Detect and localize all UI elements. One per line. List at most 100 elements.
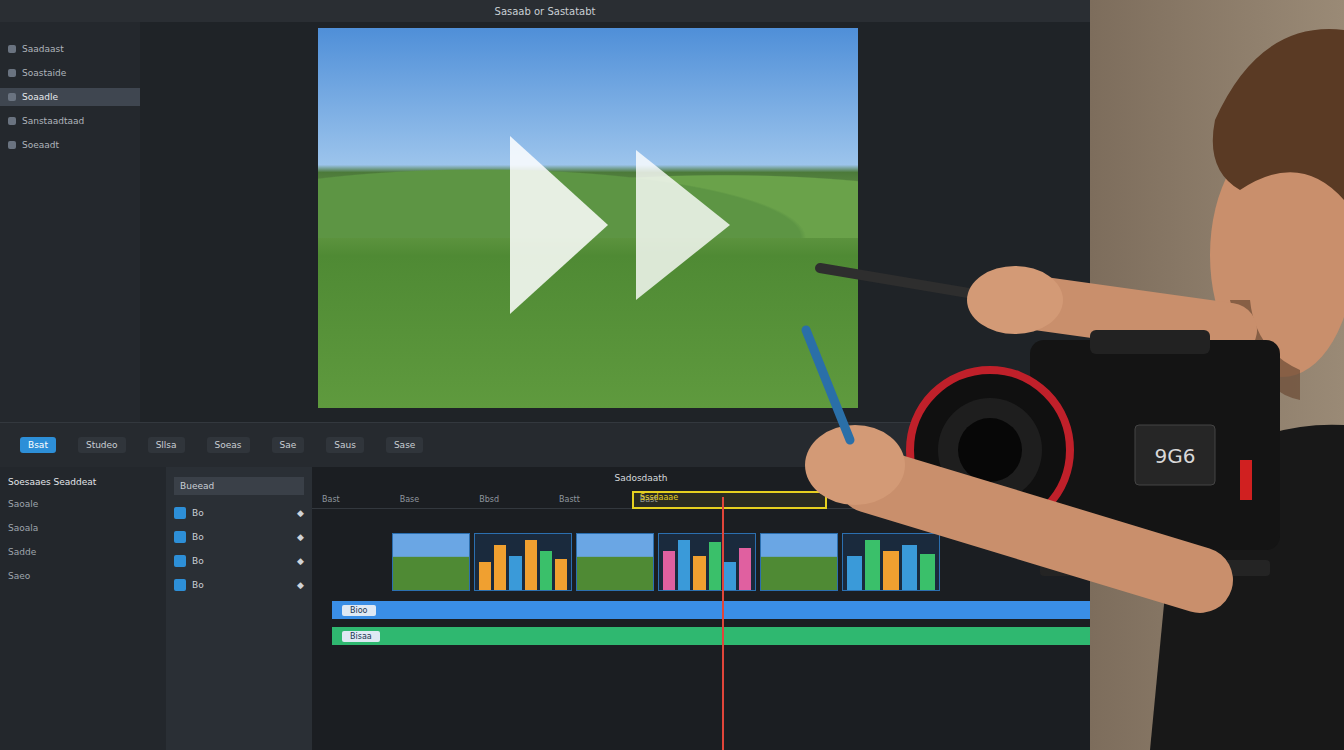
hand-icon (967, 266, 1063, 334)
clip[interactable] (760, 533, 838, 591)
track-row[interactable]: Bo◆ (174, 555, 304, 567)
editor-scene: Sasaab or Sastatabt Saadaast Soastaide Soaa… (0, 0, 1344, 750)
video-preview[interactable] (318, 28, 858, 408)
audio-bar (739, 548, 751, 590)
audio-bars (475, 534, 571, 590)
sidebar-item[interactable]: Saadaast (0, 40, 140, 58)
toolbar: Bsat Studeo Sllsa Soeas Sae Saus Sase (0, 422, 1090, 467)
toolbar-button[interactable]: Sae (272, 437, 305, 453)
timeline: SadosdaathBastBaseBbsdBasttBastSssdaaaeB… (312, 467, 1090, 750)
preview-area (150, 22, 1090, 422)
audio-bar (883, 551, 898, 590)
camera-label: 9G6 (1155, 444, 1196, 468)
upper-arm-icon (1015, 300, 1230, 330)
panel-item[interactable]: Saeo (8, 569, 158, 583)
camera-light-icon (1240, 460, 1252, 500)
ruler-tick: Base (400, 495, 419, 504)
track-label: Bisaa (342, 631, 380, 642)
play-right-icon (636, 150, 730, 300)
lower-area: Soesaaes SeaddeatSaoaleSaoalaSaddeSaeoBu… (0, 467, 1090, 750)
toolbar-button[interactable]: Saus (326, 437, 364, 453)
clip-thumbnail (577, 534, 653, 590)
lens-ring-icon (938, 398, 1042, 502)
shirt-icon (1150, 425, 1344, 750)
track-row[interactable]: Bo◆ (174, 531, 304, 543)
camera-screen-icon (1135, 425, 1215, 485)
audio-bars (843, 534, 939, 590)
ruler[interactable]: BastBaseBbsdBasttBastSssdaaae (312, 491, 1090, 509)
audio-bar (509, 556, 521, 590)
item-icon (8, 117, 16, 125)
track-row[interactable]: Bo◆ (174, 507, 304, 519)
ruler-tick: Bastt (559, 495, 580, 504)
selection-range[interactable]: Sssdaaae (632, 491, 827, 509)
track-toggle-icon[interactable] (174, 507, 186, 519)
audio-bars (659, 534, 755, 590)
sidebar-item[interactable]: Soaadle (0, 88, 140, 106)
audio-bar (479, 562, 491, 590)
audio-bar (663, 551, 675, 590)
monitor: Sasaab or Sastatabt Saadaast Soastaide Soaa… (0, 0, 1090, 750)
clip[interactable] (658, 533, 756, 591)
title-bar: Sasaab or Sastatabt (0, 0, 1090, 22)
item-icon (8, 141, 16, 149)
camera-body-icon (1030, 340, 1280, 550)
track-toggle-icon[interactable] (174, 531, 186, 543)
play-left-icon (510, 136, 608, 314)
fast-forward-icon[interactable] (318, 28, 858, 408)
toolbar-button[interactable]: Sllsa (148, 437, 185, 453)
playhead[interactable] (722, 497, 724, 750)
track-row[interactable]: Bo◆ (174, 579, 304, 591)
audio-bar (525, 540, 537, 590)
track-toggle-icon[interactable] (174, 579, 186, 591)
clip[interactable] (474, 533, 572, 591)
ruler-tick: Bbsd (479, 495, 499, 504)
sidebar-item[interactable]: Soastaide (0, 64, 140, 82)
track-label: Bioo (342, 605, 376, 616)
clip-thumbnail (761, 534, 837, 590)
clip[interactable] (842, 533, 940, 591)
panel-item[interactable]: Saoale (8, 497, 158, 511)
upper-area: Saadaast Soastaide Soaadle Sanstaadtaad Soea… (0, 22, 1090, 422)
track-strip[interactable]: Bioo (332, 601, 1090, 619)
ruler-tick: Bast (322, 495, 340, 504)
stylus-icon (820, 268, 1010, 300)
camera-handle-icon (1090, 330, 1210, 354)
keyframe-icon[interactable]: ◆ (297, 532, 304, 542)
editor-person: 9G6 (0, 0, 1344, 750)
item-icon (8, 93, 16, 101)
tracks-title: Bueead (174, 477, 304, 495)
clip-thumbnail (393, 534, 469, 590)
forearm-icon (870, 480, 1200, 580)
toolbar-button[interactable]: Studeo (78, 437, 126, 453)
track-strip[interactable]: Bisaa (332, 627, 1090, 645)
camera-lens-icon (910, 370, 1070, 530)
lens-glass-icon (958, 418, 1022, 482)
camera-rig-icon (1040, 560, 1270, 576)
audio-bar (678, 540, 690, 590)
keyframe-icon[interactable]: ◆ (297, 508, 304, 518)
beard-icon (1230, 300, 1300, 400)
panel-item[interactable]: Saoala (8, 521, 158, 535)
keyframe-icon[interactable]: ◆ (297, 580, 304, 590)
clip[interactable] (576, 533, 654, 591)
toolbar-button[interactable]: Sase (386, 437, 423, 453)
toolbar-button[interactable]: Bsat (20, 437, 56, 453)
clip[interactable] (392, 533, 470, 591)
face-icon (1210, 133, 1344, 377)
toolbar-button[interactable]: Soeas (207, 437, 250, 453)
timeline-title: Sadosdaath (312, 473, 1090, 483)
sidebar-item[interactable]: Soeaadt (0, 136, 140, 154)
audio-bar (920, 554, 935, 590)
sidebar-item[interactable]: Sanstaadtaad (0, 112, 140, 130)
audio-bar (555, 559, 567, 590)
audio-bar (724, 562, 736, 590)
second-hand-icon (805, 425, 905, 505)
track-toggle-icon[interactable] (174, 555, 186, 567)
panel-item[interactable]: Sadde (8, 545, 158, 559)
media-panel: Soesaaes SeaddeatSaoaleSaoalaSaddeSaeo (0, 467, 166, 750)
audio-bar (494, 545, 506, 590)
clip-track (312, 517, 1090, 593)
keyframe-icon[interactable]: ◆ (297, 556, 304, 566)
item-icon (8, 69, 16, 77)
